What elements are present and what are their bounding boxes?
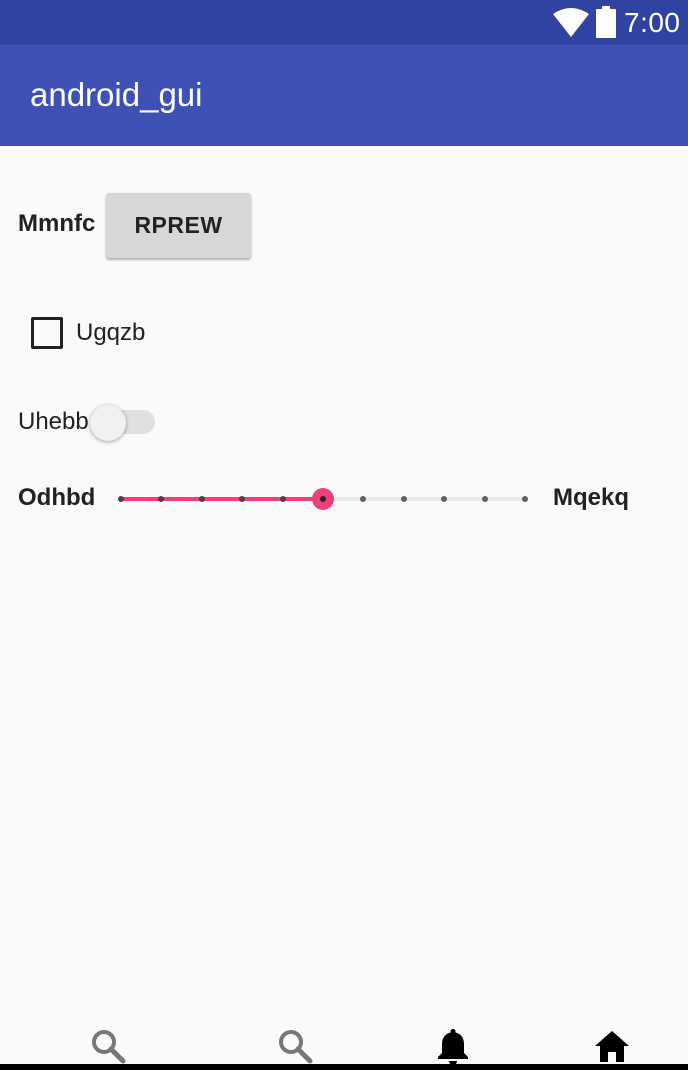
slider-tick [360,496,367,502]
rprew-button[interactable]: RPREW [106,193,251,258]
slider-tick [481,496,488,502]
slider-tick [279,496,286,502]
discrete-slider[interactable] [116,484,530,514]
nav-item-home[interactable] [592,1026,632,1066]
slider-tick [441,496,448,502]
slider-tick [158,496,165,502]
button-row-label: Mmnfc [18,210,96,237]
battery-icon [596,6,616,38]
app-toolbar: android_gui [0,45,688,146]
switch-label: Uhebb [18,408,89,435]
search-icon [92,1030,126,1064]
wifi-icon [553,8,589,37]
home-icon [595,1031,629,1062]
status-clock: 7:00 [624,7,681,38]
bottom-edge [0,1064,688,1070]
slider-min-label: Odhbd [18,484,96,511]
slider-thumb[interactable] [312,488,334,510]
slider-tick [400,496,407,502]
bottom-navigation [0,1010,688,1070]
ugqzb-checkbox[interactable] [31,317,63,349]
nav-item-search-1[interactable] [88,1026,128,1066]
search-icon [279,1030,313,1064]
status-bar: 7:00 [0,0,688,45]
slider-tick [239,496,246,502]
uhebb-switch-thumb[interactable] [90,405,126,441]
slider-tick [118,496,124,502]
nav-item-notifications[interactable] [433,1026,473,1066]
slider-max-label: Mqekq [553,484,630,511]
slider-tick [522,496,528,502]
slider-thumb-dot [320,496,326,502]
nav-item-search-2[interactable] [275,1026,315,1066]
slider-fill [121,497,323,501]
checkbox-label[interactable]: Ugqzb [76,317,145,349]
bell-icon [438,1029,468,1065]
slider-tick [198,496,205,502]
app-title: android_gui [30,76,203,113]
